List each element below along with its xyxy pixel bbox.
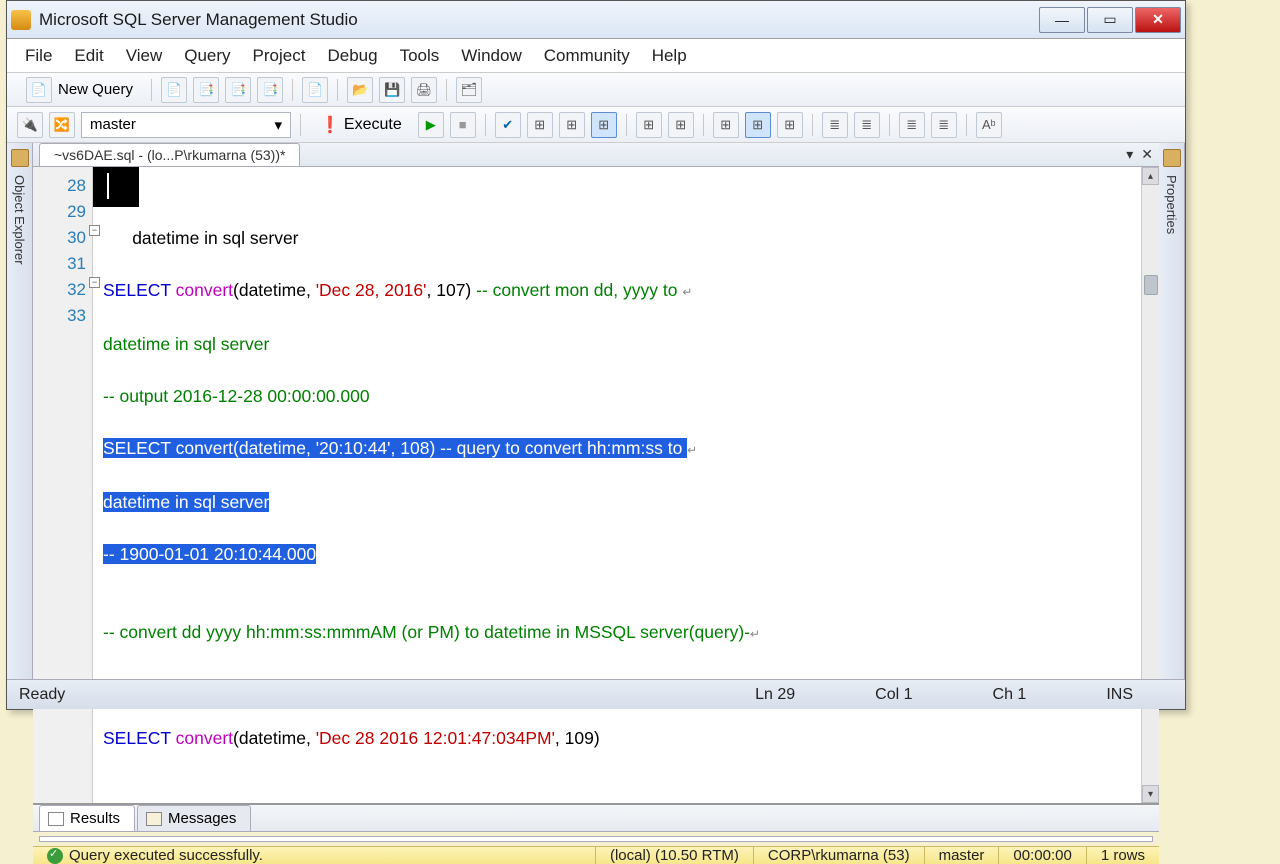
- open-icon[interactable]: 📂: [347, 77, 373, 103]
- new-query-label: New Query: [58, 81, 133, 98]
- titlebar: Microsoft SQL Server Management Studio —…: [7, 1, 1185, 39]
- stop-icon[interactable]: ■: [450, 112, 476, 138]
- messages-tab[interactable]: Messages: [137, 805, 251, 831]
- ins-indicator: INS: [1066, 686, 1173, 704]
- new-query-button[interactable]: 📄 New Query: [17, 77, 142, 103]
- code-editor[interactable]: 282930313233 − − datetime in sql server …: [33, 167, 1159, 805]
- menu-community[interactable]: Community: [544, 46, 630, 66]
- line-indicator: Ln 29: [715, 686, 835, 704]
- results-grid-icon[interactable]: ⊞: [591, 112, 617, 138]
- new-query-icon: 📄: [26, 77, 52, 103]
- tb2-5[interactable]: ⊞: [668, 112, 694, 138]
- menu-project[interactable]: Project: [253, 46, 306, 66]
- tab-dropdown-icon[interactable]: ▾: [1126, 146, 1133, 163]
- menu-view[interactable]: View: [126, 46, 163, 66]
- grid-icon: [48, 812, 64, 826]
- results-grid[interactable]: (No column name) 11900-01-01 20:10:44.00…: [39, 836, 1153, 842]
- toolbar-query: 🔌 🔀 master▾ ❗ Execute ▶ ■ ✔ ⊞ ⊞ ⊞ ⊞ ⊞ ⊞ …: [7, 107, 1185, 143]
- menu-tools[interactable]: Tools: [400, 46, 440, 66]
- col-indicator: Col 1: [835, 686, 952, 704]
- exclaim-icon: ❗: [320, 115, 340, 135]
- tb-btn-9[interactable]: 🗂: [456, 77, 482, 103]
- properties-tab[interactable]: Properties: [1164, 171, 1179, 238]
- column-header[interactable]: (No column name): [76, 841, 255, 842]
- menu-edit[interactable]: Edit: [74, 46, 103, 66]
- right-sidebar: Properties: [1159, 143, 1185, 679]
- app-window: Microsoft SQL Server Management Studio —…: [6, 0, 1186, 710]
- menu-debug[interactable]: Debug: [327, 46, 377, 66]
- tb2-8[interactable]: ⊞: [777, 112, 803, 138]
- status-time: 00:00:00: [999, 847, 1086, 864]
- menu-file[interactable]: File: [25, 46, 52, 66]
- tb2-13[interactable]: Aᵇ: [976, 112, 1002, 138]
- scroll-thumb[interactable]: [1144, 275, 1158, 295]
- tb-btn-5[interactable]: 📄: [302, 77, 328, 103]
- tb-btn-2[interactable]: 📑: [193, 77, 219, 103]
- menu-help[interactable]: Help: [652, 46, 687, 66]
- tb2-7[interactable]: ⊞: [745, 112, 771, 138]
- menu-window[interactable]: Window: [461, 46, 521, 66]
- tb-btn-4[interactable]: 📑: [257, 77, 283, 103]
- app-icon: [11, 10, 31, 30]
- object-explorer-icon[interactable]: [11, 149, 29, 167]
- tb2-12[interactable]: ≣: [931, 112, 957, 138]
- scroll-up-icon[interactable]: ▴: [1142, 167, 1159, 185]
- tb2-1[interactable]: ⊞: [527, 112, 553, 138]
- text-cursor: [93, 167, 139, 207]
- document-tab[interactable]: ~vs6DAE.sql - (lo...P\rkumarna (53))*: [39, 143, 300, 166]
- close-button[interactable]: ✕: [1135, 7, 1181, 33]
- run-icon[interactable]: ▶: [418, 112, 444, 138]
- save-icon[interactable]: 💾: [379, 77, 405, 103]
- database-value: master: [90, 116, 136, 133]
- object-explorer-tab[interactable]: Object Explorer: [12, 171, 27, 269]
- execute-label: Execute: [344, 116, 402, 134]
- menu-query[interactable]: Query: [184, 46, 230, 66]
- indent-icon[interactable]: ≣: [822, 112, 848, 138]
- outdent-icon[interactable]: ≣: [854, 112, 880, 138]
- minimize-button[interactable]: —: [1039, 7, 1085, 33]
- tb2-4[interactable]: ⊞: [636, 112, 662, 138]
- change-conn-icon[interactable]: 🔀: [49, 112, 75, 138]
- app-title: Microsoft SQL Server Management Studio: [39, 10, 1039, 30]
- tab-close-icon[interactable]: ✕: [1141, 146, 1153, 163]
- app-statusbar: Ready Ln 29 Col 1 Ch 1 INS: [7, 679, 1185, 709]
- success-icon: [47, 848, 63, 864]
- document-tabs: ~vs6DAE.sql - (lo...P\rkumarna (53))* ▾ …: [33, 143, 1159, 167]
- status-server: (local) (10.50 RTM): [596, 847, 754, 864]
- database-select[interactable]: master ▾: [81, 112, 291, 138]
- results-tab[interactable]: Results: [39, 805, 135, 831]
- status-user: CORP\rkumarna (53): [754, 847, 925, 864]
- grid-corner: [44, 841, 74, 842]
- print-icon[interactable]: 🖨: [411, 77, 437, 103]
- status-rows: 1 rows: [1087, 847, 1159, 864]
- status-message: Query executed successfully.: [69, 847, 263, 864]
- connect-icon[interactable]: 🔌: [17, 112, 43, 138]
- status-db: master: [925, 847, 1000, 864]
- maximize-button[interactable]: ▭: [1087, 7, 1133, 33]
- messages-icon: [146, 812, 162, 826]
- properties-icon[interactable]: [1163, 149, 1181, 167]
- tb-btn-1[interactable]: 📄: [161, 77, 187, 103]
- left-sidebar: Object Explorer: [7, 143, 33, 679]
- tb-btn-3[interactable]: 📑: [225, 77, 251, 103]
- results-tab-row: Results Messages: [33, 805, 1159, 832]
- execute-button[interactable]: ❗ Execute: [310, 112, 412, 138]
- chevron-down-icon: ▾: [274, 116, 282, 134]
- ch-indicator: Ch 1: [953, 686, 1067, 704]
- menubar: File Edit View Query Project Debug Tools…: [7, 39, 1185, 73]
- toolbar-main: 📄 New Query 📄 📑 📑 📑 📄 📂 💾 🖨 🗂: [7, 73, 1185, 107]
- parse-icon[interactable]: ✔: [495, 112, 521, 138]
- tb2-6[interactable]: ⊞: [713, 112, 739, 138]
- tb2-2[interactable]: ⊞: [559, 112, 585, 138]
- ready-label: Ready: [19, 686, 65, 704]
- scroll-down-icon[interactable]: ▾: [1142, 785, 1159, 803]
- query-statusbar: Query executed successfully. (local) (10…: [33, 846, 1159, 864]
- tb2-11[interactable]: ≣: [899, 112, 925, 138]
